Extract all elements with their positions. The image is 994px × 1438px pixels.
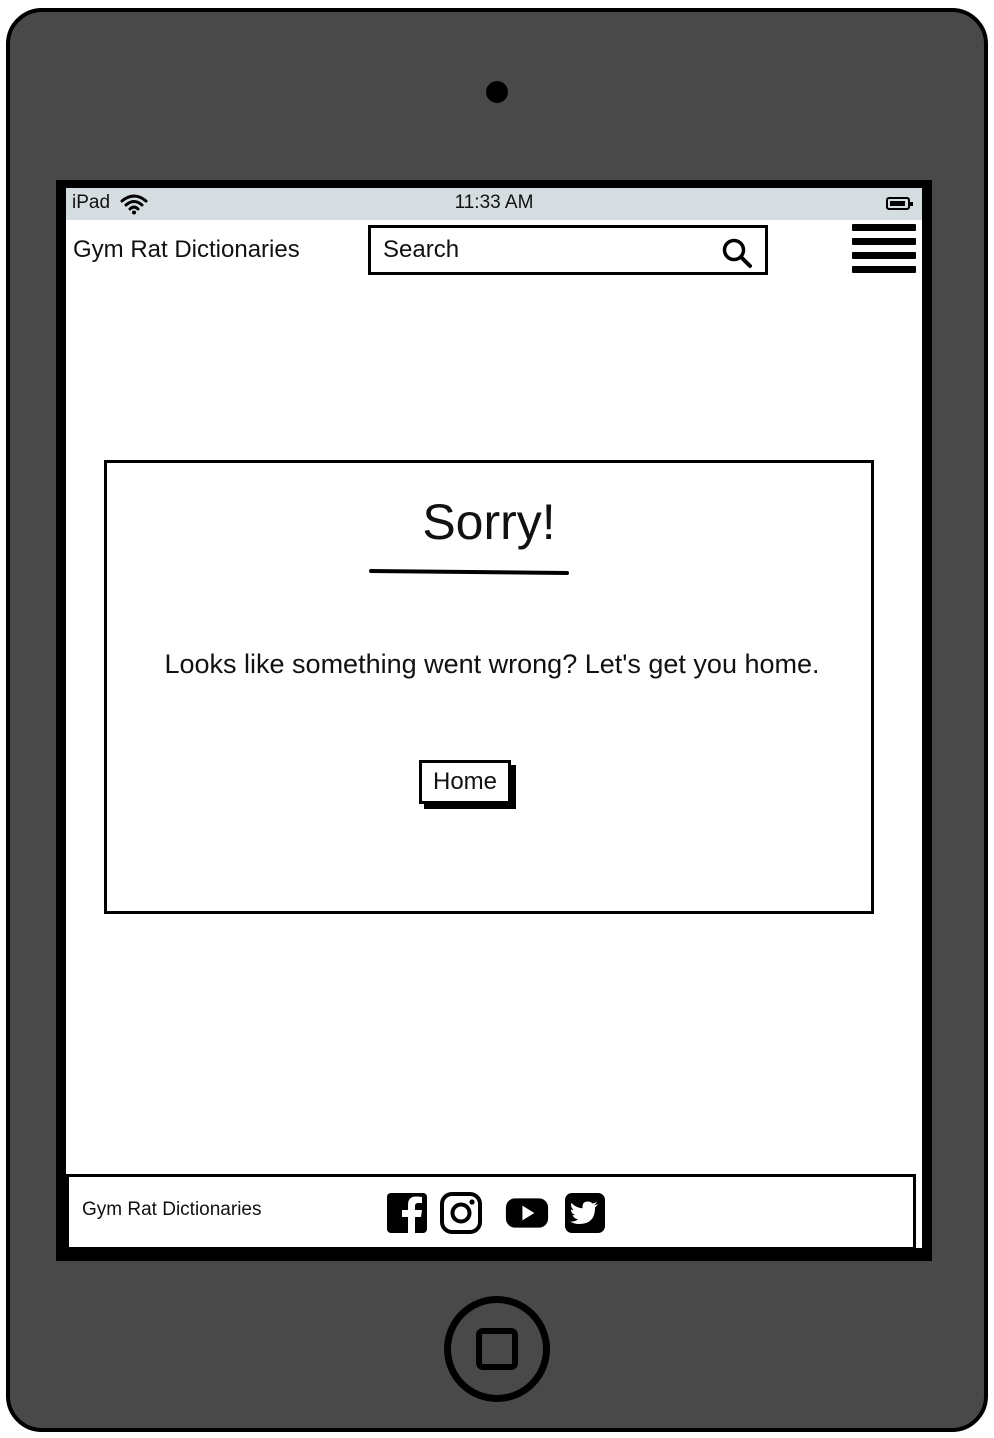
camera-dot bbox=[486, 81, 508, 103]
page-title: Sorry! bbox=[422, 494, 556, 550]
search-icon[interactable] bbox=[721, 237, 753, 269]
home-button[interactable]: Home bbox=[419, 760, 511, 804]
error-message: Looks like something went wrong? Let's g… bbox=[164, 649, 820, 679]
footer: Gym Rat Dictionaries bbox=[66, 1174, 916, 1248]
battery-icon bbox=[886, 197, 913, 210]
search-input[interactable]: Search bbox=[368, 225, 768, 275]
error-card: Sorry! Looks like something went wrong? … bbox=[104, 460, 874, 914]
twitter-icon[interactable] bbox=[563, 1191, 607, 1235]
site-brand[interactable]: Gym Rat Dictionaries bbox=[73, 236, 300, 264]
browser-viewport: iPad 11:33 AM Gym Rat Dictionaries Searc… bbox=[66, 188, 922, 1248]
home-key-square-icon bbox=[476, 1328, 518, 1370]
facebook-icon[interactable] bbox=[385, 1191, 429, 1235]
hamburger-menu-icon[interactable] bbox=[852, 224, 916, 276]
youtube-icon[interactable] bbox=[505, 1191, 549, 1235]
status-bar: iPad 11:33 AM bbox=[66, 188, 922, 220]
footer-brand: Gym Rat Dictionaries bbox=[82, 1199, 262, 1220]
search-placeholder: Search bbox=[383, 236, 460, 263]
status-time: 11:33 AM bbox=[454, 192, 534, 213]
instagram-icon[interactable] bbox=[439, 1191, 483, 1235]
device-home-button[interactable] bbox=[444, 1296, 550, 1402]
title-underline bbox=[368, 568, 570, 576]
